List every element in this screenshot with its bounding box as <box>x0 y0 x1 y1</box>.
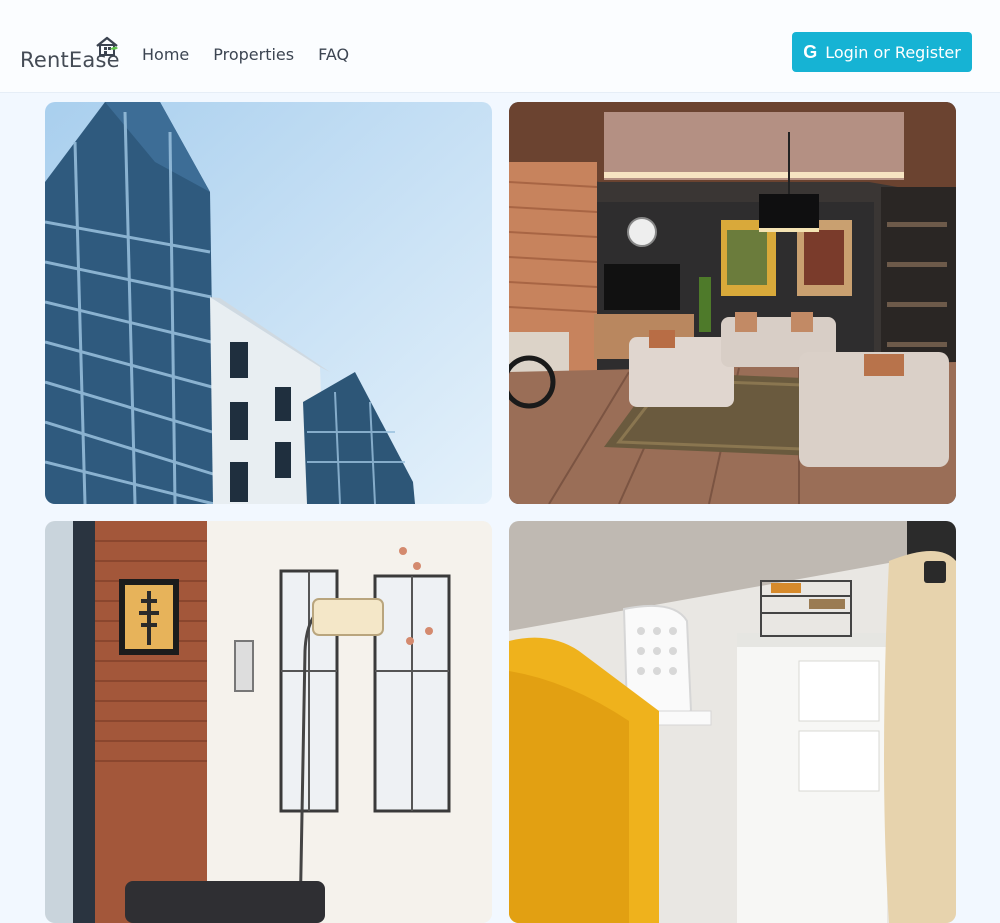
nav-properties[interactable]: Properties <box>213 45 294 64</box>
login-register-button[interactable]: G Login or Register <box>792 32 972 72</box>
login-button-label: Login or Register <box>825 42 961 62</box>
home-office-image <box>509 521 956 923</box>
google-icon: G <box>803 41 818 62</box>
site-header: RentEase Home Properties FAQ G Login or … <box>0 0 1000 93</box>
nav-faq[interactable]: FAQ <box>318 45 349 64</box>
living-room-image <box>509 102 956 504</box>
logo[interactable]: RentEase <box>20 36 130 76</box>
house-icon <box>96 36 118 56</box>
living-room-photo[interactable] <box>509 102 956 504</box>
apartment-interior-photo[interactable] <box>45 521 492 923</box>
home-office-photo[interactable] <box>509 521 956 923</box>
nav-home[interactable]: Home <box>142 45 189 64</box>
building-exterior-image <box>45 102 492 504</box>
building-exterior-photo[interactable] <box>45 102 492 504</box>
apartment-interior-image <box>45 521 492 923</box>
main-nav: Home Properties FAQ <box>142 45 349 64</box>
